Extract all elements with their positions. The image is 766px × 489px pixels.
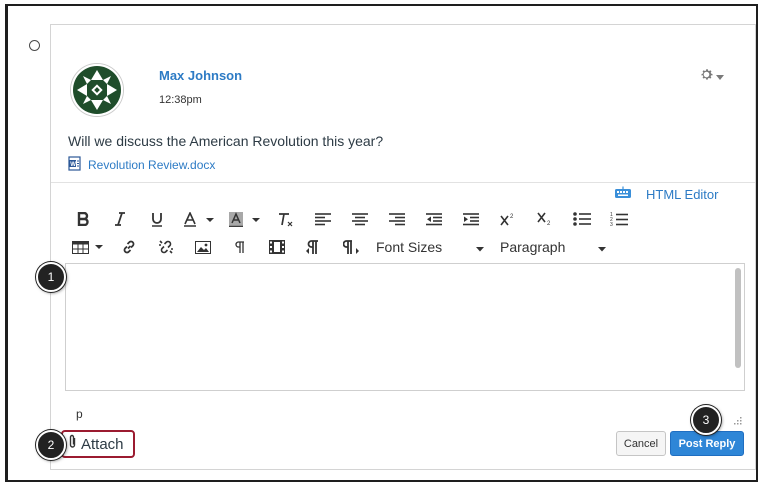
editor-toolbar-row-2: Font Sizes Paragraph	[71, 236, 606, 258]
paragraph-format-select[interactable]: Paragraph	[500, 239, 606, 255]
outdent-button[interactable]	[422, 208, 445, 230]
underline-button[interactable]	[145, 208, 168, 230]
font-sizes-label: Font Sizes	[376, 239, 443, 255]
reply-bullet-icon	[29, 40, 40, 51]
subscript-icon: 2	[536, 212, 553, 226]
link-button[interactable]	[117, 236, 140, 258]
callout-badge-1: 1	[36, 262, 66, 292]
italic-icon	[114, 212, 126, 226]
ltr-icon	[305, 239, 322, 255]
caret-down-icon	[716, 68, 724, 86]
numbered-list-icon: 123	[610, 212, 628, 227]
align-left-button[interactable]	[311, 208, 334, 230]
editor-toolbar-row-1: 2 2 123	[71, 208, 644, 230]
bold-button[interactable]	[71, 208, 94, 230]
table-icon	[72, 240, 104, 254]
divider	[51, 182, 755, 183]
html-editor-label: HTML Editor	[646, 187, 719, 202]
subscript-button[interactable]: 2	[533, 208, 556, 230]
indent-button[interactable]	[459, 208, 482, 230]
paragraph-mark-button[interactable]	[228, 236, 251, 258]
unlink-icon	[158, 239, 174, 255]
font-color-icon	[183, 211, 215, 227]
background-color-button[interactable]	[228, 208, 262, 230]
media-icon	[268, 240, 285, 254]
post-message: Will we discuss the American Revolution …	[68, 133, 384, 149]
reply-text-area[interactable]	[65, 263, 745, 391]
bullet-list-button[interactable]	[570, 208, 593, 230]
rtl-icon	[342, 239, 359, 255]
background-color-icon	[229, 211, 261, 227]
bullet-list-icon	[572, 212, 591, 226]
ltr-direction-button[interactable]	[302, 236, 325, 258]
svg-text:2: 2	[547, 221, 551, 226]
clear-formatting-button[interactable]	[274, 208, 297, 230]
align-left-icon	[314, 212, 331, 226]
numbered-list-button[interactable]: 123	[607, 208, 630, 230]
indent-icon	[462, 212, 479, 226]
post-timestamp: 12:38pm	[159, 94, 202, 106]
callout-badge-3: 3	[691, 405, 721, 435]
discussion-entry-card: Max Johnson 12:38pm Will we discuss the …	[50, 24, 756, 470]
author-name-link[interactable]: Max Johnson	[159, 68, 242, 83]
align-right-icon	[388, 212, 405, 226]
callout-badge-2: 2	[36, 430, 66, 460]
svg-text:3: 3	[610, 222, 613, 227]
italic-button[interactable]	[108, 208, 131, 230]
font-sizes-select[interactable]: Font Sizes	[376, 239, 484, 255]
svg-text:2: 2	[510, 214, 514, 220]
caret-down-icon	[476, 239, 484, 255]
paperclip-icon	[68, 434, 77, 454]
image-icon	[194, 240, 211, 254]
paragraph-format-label: Paragraph	[500, 239, 566, 255]
clear-formatting-icon	[278, 212, 294, 227]
align-right-button[interactable]	[385, 208, 408, 230]
unlink-button[interactable]	[154, 236, 177, 258]
link-icon	[121, 239, 137, 255]
attachment-filename: Revolution Review.docx	[88, 158, 216, 172]
superscript-button[interactable]: 2	[496, 208, 519, 230]
align-center-icon	[351, 212, 368, 226]
editor-scrollbar[interactable]	[735, 268, 741, 368]
cancel-button[interactable]: Cancel	[616, 431, 666, 456]
table-button[interactable]	[71, 236, 105, 258]
rtl-direction-button[interactable]	[339, 236, 362, 258]
element-path-indicator: p	[76, 407, 83, 421]
word-doc-icon: W	[68, 156, 82, 174]
avatar[interactable]	[70, 63, 124, 117]
attach-label: Attach	[81, 435, 124, 453]
superscript-icon: 2	[499, 212, 516, 226]
media-button[interactable]	[265, 236, 288, 258]
image-button[interactable]	[191, 236, 214, 258]
align-center-button[interactable]	[348, 208, 371, 230]
underline-icon	[151, 212, 163, 227]
window-frame: Max Johnson 12:38pm Will we discuss the …	[5, 4, 758, 482]
outdent-icon	[425, 212, 442, 226]
keyboard-icon	[614, 185, 632, 204]
attachment-link[interactable]: W Revolution Review.docx	[68, 156, 215, 174]
font-color-button[interactable]	[182, 208, 216, 230]
attach-button[interactable]: Attach	[61, 430, 135, 458]
paragraph-mark-icon	[234, 241, 245, 253]
caret-down-icon	[598, 239, 606, 255]
gear-icon	[699, 67, 714, 87]
bold-icon	[77, 212, 89, 226]
resize-handle-icon[interactable]	[732, 414, 742, 425]
html-editor-toggle[interactable]: HTML Editor	[614, 185, 718, 204]
settings-menu-button[interactable]	[699, 67, 724, 87]
svg-text:W: W	[70, 162, 76, 168]
